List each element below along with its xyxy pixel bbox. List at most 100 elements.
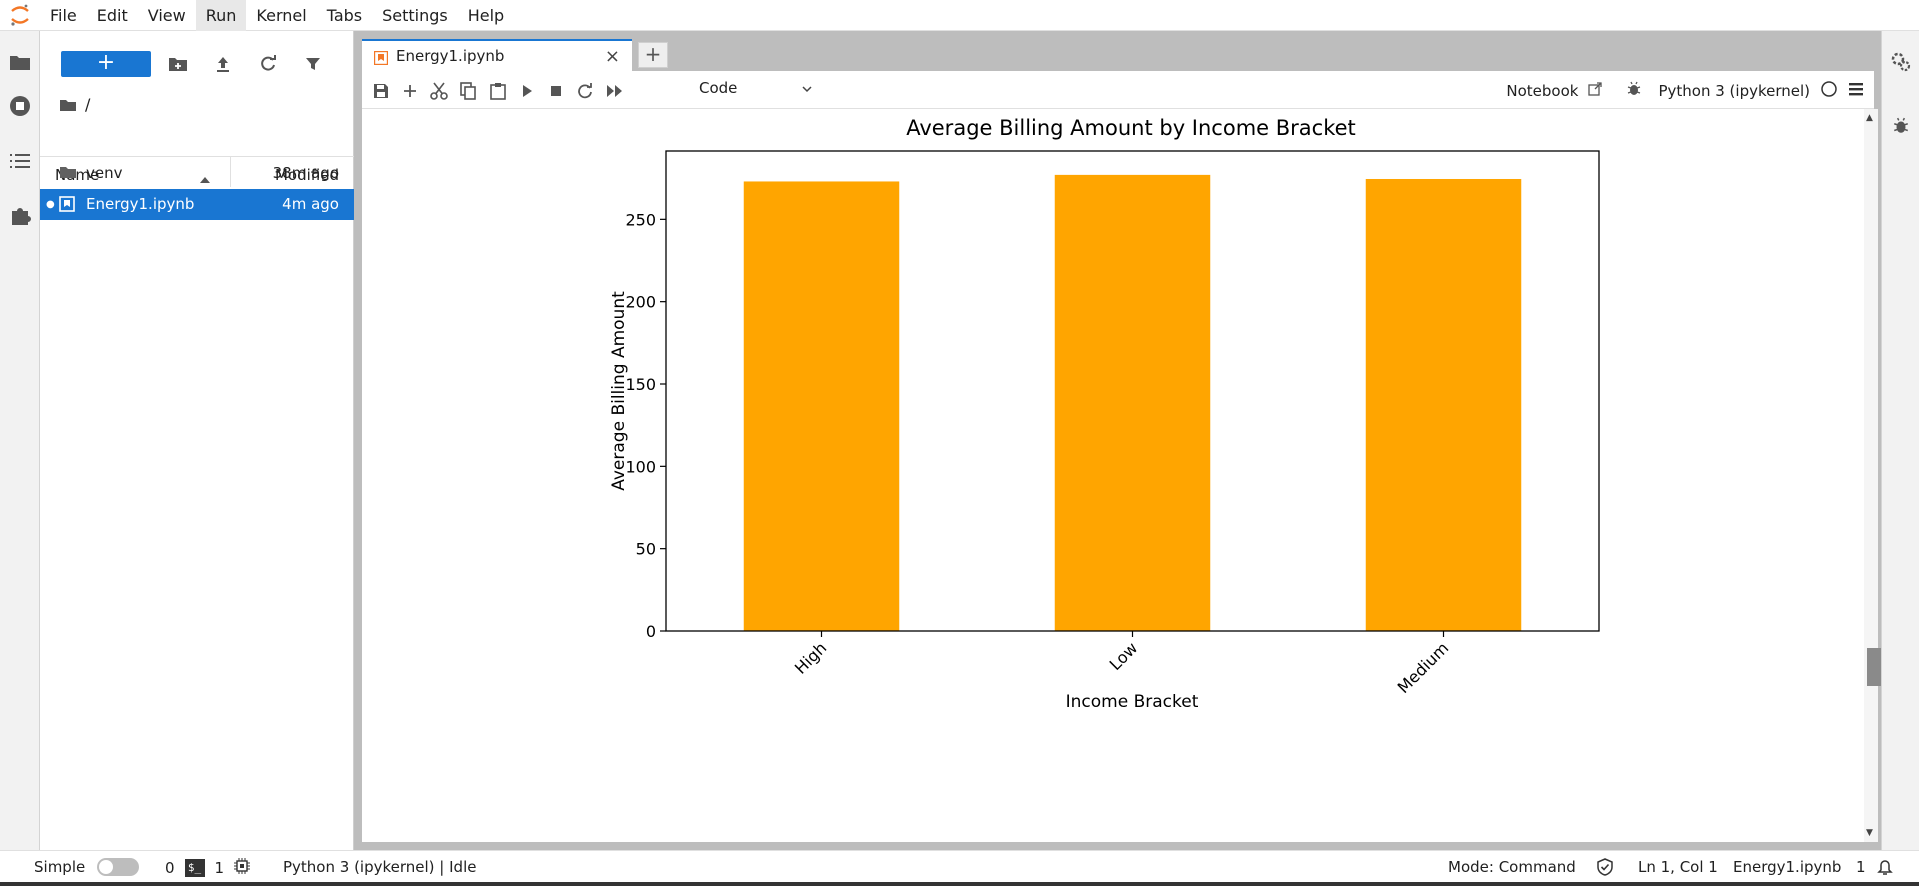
- file-name: Energy1.ipynb: [86, 195, 195, 213]
- notebook-output-area: Average Billing Amount by Income Bracket…: [362, 109, 1864, 842]
- scroll-up-icon[interactable]: ▲: [1866, 113, 1873, 123]
- menu-bar: File Edit View Run Kernel Tabs Settings …: [0, 0, 1919, 31]
- y-axis-label: Average Billing Amount: [609, 291, 629, 491]
- window-bottom-edge: [0, 882, 1919, 886]
- cursor-position[interactable]: Ln 1, Col 1: [1638, 858, 1718, 876]
- menu-tabs[interactable]: Tabs: [317, 0, 372, 31]
- menu-run[interactable]: Run: [195, 0, 247, 31]
- x-tick-label-high: High: [791, 638, 830, 677]
- menu-hamburger-icon[interactable]: [1848, 82, 1864, 100]
- notebook-icon: [373, 50, 389, 69]
- y-tick-label: 200: [625, 293, 656, 312]
- save-icon[interactable]: [371, 81, 391, 101]
- running-indicator-icon: ●: [46, 199, 55, 210]
- kernels-count: 1: [214, 859, 225, 877]
- terminals-count: 0: [165, 859, 175, 877]
- left-activity-bar: [0, 31, 40, 850]
- bell-icon[interactable]: [1876, 858, 1894, 876]
- chevron-down-icon: [801, 81, 813, 99]
- debugger-bug-icon[interactable]: [1890, 115, 1912, 137]
- breadcrumb-root[interactable]: /: [85, 95, 90, 114]
- notebook-icon: [59, 196, 77, 212]
- menu-help[interactable]: Help: [458, 0, 514, 31]
- menu-view[interactable]: View: [138, 0, 196, 31]
- folder-icon[interactable]: [6, 48, 34, 76]
- current-filename: Energy1.ipynb: [1733, 858, 1842, 876]
- menu-file[interactable]: File: [40, 0, 87, 31]
- new-launcher-button[interactable]: +: [61, 51, 151, 77]
- new-folder-icon[interactable]: [167, 53, 189, 75]
- simple-mode-label: Simple: [34, 858, 86, 876]
- x-tick-label-medium: Medium: [1394, 638, 1453, 697]
- bar-medium: [1365, 178, 1522, 631]
- file-browser: + / Name Modified venv 38m ago ● Energy1…: [40, 31, 354, 850]
- file-name: venv: [86, 164, 123, 182]
- extensions-icon[interactable]: [6, 201, 34, 229]
- y-tick-label: 150: [625, 375, 656, 394]
- open-in-notebook-button[interactable]: Notebook: [1506, 82, 1578, 100]
- restart-icon[interactable]: [575, 81, 595, 101]
- file-modified: 4m ago: [282, 195, 339, 213]
- y-tick-label: 100: [625, 457, 656, 476]
- cell-type-select[interactable]: Code: [699, 79, 819, 101]
- x-axis-label: Income Bracket: [1066, 692, 1199, 712]
- close-icon[interactable]: ×: [605, 46, 620, 67]
- status-bar: Simple 0 $_ 1 Python 3 (ipykernel) | Idl…: [0, 850, 1919, 882]
- external-link-icon[interactable]: [1588, 82, 1603, 100]
- header-divider: [40, 156, 354, 157]
- new-tab-button[interactable]: +: [638, 42, 668, 68]
- menu-edit[interactable]: Edit: [87, 0, 138, 31]
- cpu-chip-icon: [234, 858, 251, 878]
- shield-check-icon[interactable]: [1597, 858, 1613, 876]
- copy-icon[interactable]: [458, 81, 478, 101]
- scrollbar-thumb[interactable]: [1867, 648, 1881, 686]
- kernel-status-circle-icon: [1820, 80, 1838, 102]
- breadcrumb[interactable]: /: [59, 95, 90, 114]
- tab-bar: Energy1.ipynb × +: [362, 39, 1874, 71]
- notification-count: 1: [1856, 858, 1866, 876]
- file-browser-toolbar: +: [40, 45, 354, 79]
- paste-icon[interactable]: [488, 81, 508, 101]
- mode-indicator: Mode: Command: [1448, 858, 1576, 876]
- refresh-icon[interactable]: [257, 53, 279, 75]
- folder-icon: [59, 165, 77, 181]
- cut-icon[interactable]: [429, 81, 449, 101]
- jupyter-logo-icon: [0, 0, 40, 31]
- y-tick-label: 0: [646, 622, 656, 641]
- bar-chart: Average Billing Amount by Income Bracket…: [609, 116, 1600, 712]
- toolbar-right-group: Notebook Python 3 (ipykernel): [1506, 80, 1864, 102]
- x-tick-label-low: Low: [1106, 638, 1142, 674]
- notebook-scrollbar[interactable]: ▲ ▼: [1864, 109, 1881, 842]
- table-of-contents-icon[interactable]: [6, 147, 34, 175]
- debugger-bug-icon[interactable]: [1626, 81, 1642, 101]
- terminal-icon: $_: [184, 859, 205, 877]
- tab-title: Energy1.ipynb: [396, 47, 505, 65]
- file-row-energy1[interactable]: ● Energy1.ipynb 4m ago: [40, 189, 354, 220]
- running-counts[interactable]: 0 $_ 1: [165, 858, 251, 878]
- insert-cell-icon[interactable]: [400, 81, 420, 101]
- tab-energy1-notebook[interactable]: Energy1.ipynb ×: [362, 39, 632, 71]
- property-inspector-gears-icon[interactable]: [1890, 51, 1912, 73]
- running-sessions-icon[interactable]: [6, 92, 34, 120]
- restart-run-all-icon[interactable]: [605, 81, 625, 101]
- folder-icon: [60, 99, 76, 111]
- scroll-down-icon[interactable]: ▼: [1866, 828, 1873, 838]
- notebook-toolbar: Code Notebook Python 3 (ipykernel): [362, 71, 1874, 109]
- kernel-status[interactable]: Python 3 (ipykernel) | Idle: [283, 858, 476, 876]
- cell-type-value: Code: [699, 79, 738, 97]
- stop-icon[interactable]: [546, 81, 566, 101]
- menu-settings[interactable]: Settings: [372, 0, 458, 31]
- bar-low: [1054, 174, 1211, 631]
- bar-high: [743, 181, 900, 631]
- y-tick-label: 50: [636, 540, 656, 559]
- upload-icon[interactable]: [212, 53, 234, 75]
- simple-mode: Simple: [34, 858, 140, 876]
- kernel-name[interactable]: Python 3 (ipykernel): [1658, 82, 1810, 100]
- chart-title: Average Billing Amount by Income Bracket: [906, 116, 1356, 140]
- simple-mode-toggle[interactable]: [97, 858, 140, 876]
- run-icon[interactable]: [517, 81, 537, 101]
- file-row-venv[interactable]: venv 38m ago: [40, 158, 354, 189]
- main-dock-area: Energy1.ipynb × + Code Notebook Python 3…: [354, 31, 1881, 850]
- menu-kernel[interactable]: Kernel: [246, 0, 316, 31]
- filter-icon[interactable]: [302, 53, 324, 75]
